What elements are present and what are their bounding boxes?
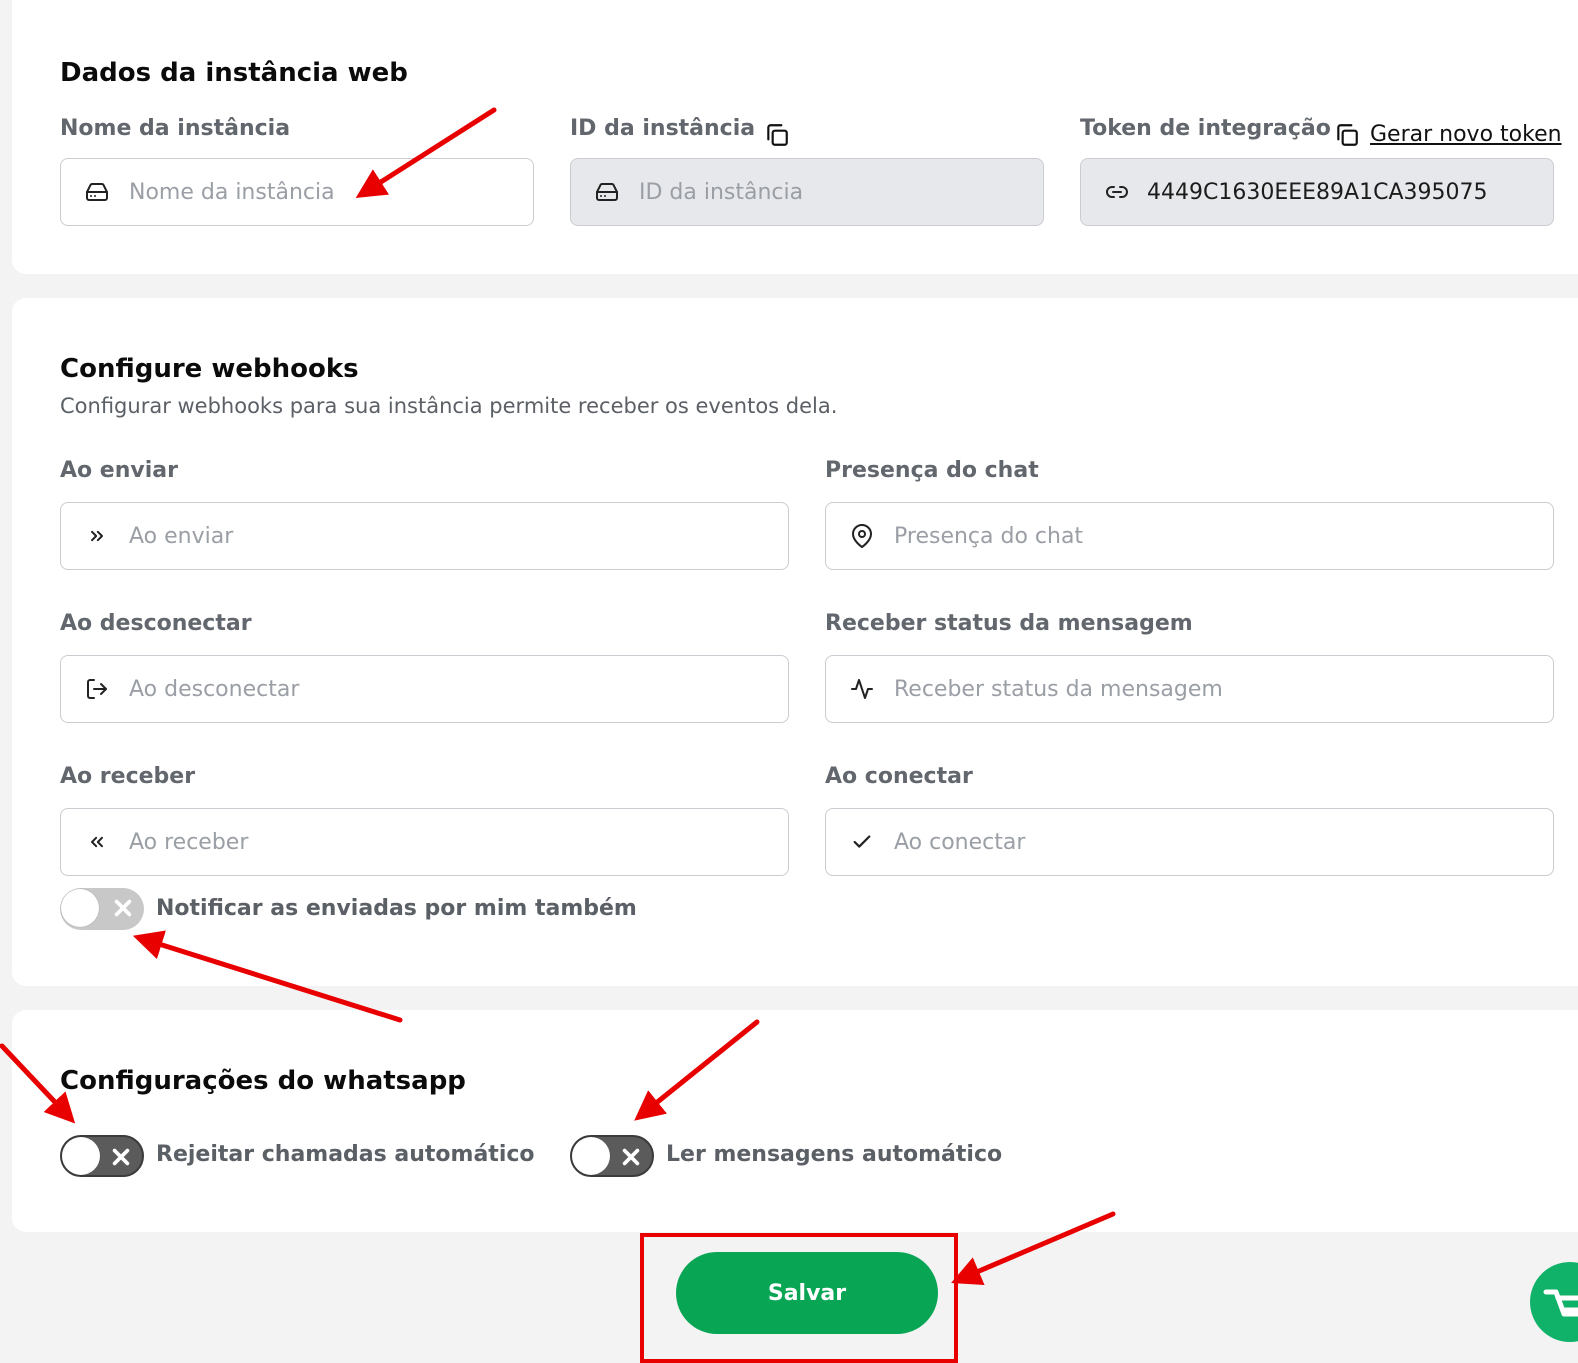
annotation-arrow — [0, 1043, 76, 1124]
annotation-arrows — [0, 107, 1116, 1285]
annotation-arrow — [132, 930, 403, 1023]
annotation-arrow — [634, 1019, 760, 1121]
annotation-arrow — [355, 107, 497, 199]
annotation-arrow — [951, 1211, 1116, 1285]
